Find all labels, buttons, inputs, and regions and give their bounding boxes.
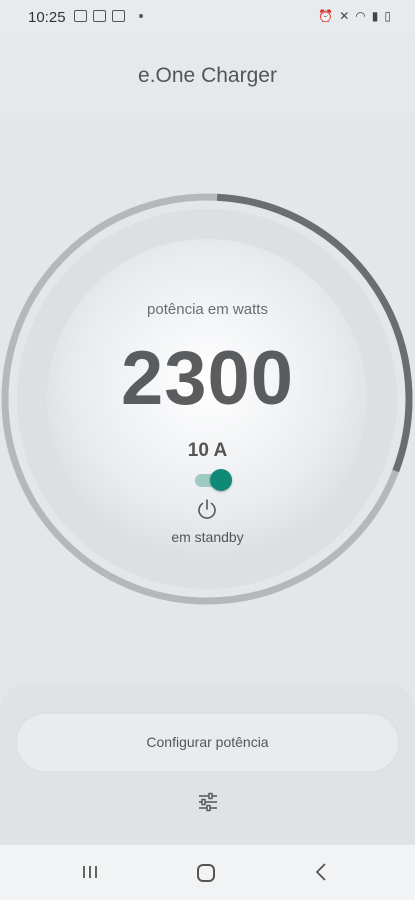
status-bar: 10:25 ⏰ ✕ ◠ ▮ ▯ [0, 0, 415, 34]
power-value: 2300 [120, 336, 295, 421]
battery-icon: ▯ [384, 9, 391, 23]
toggle-thumb [210, 469, 232, 491]
status-right-icons: ⏰ ✕ ◠ ▮ ▯ [318, 9, 391, 23]
status-left-icons [74, 10, 143, 22]
wifi-icon: ◠ [355, 9, 366, 23]
sliders-icon[interactable] [196, 790, 220, 814]
gallery-icon [74, 10, 87, 22]
back-icon[interactable] [314, 862, 328, 882]
charger-status: em standby [171, 529, 244, 545]
alarm-icon: ⏰ [318, 9, 334, 23]
amperage-value: 10 A [187, 440, 228, 461]
status-time: 10:25 [28, 9, 66, 26]
configure-power-button[interactable]: Configurar potência [17, 714, 398, 771]
power-label: potência em watts [147, 301, 268, 318]
youtube-icon [93, 10, 106, 22]
charging-toggle[interactable] [193, 469, 232, 491]
app-title: e.One Charger [138, 64, 277, 87]
checkbox-icon [112, 10, 125, 22]
home-icon[interactable] [197, 864, 215, 882]
mute-icon: ✕ [339, 9, 350, 23]
recent-apps-icon[interactable] [80, 864, 100, 880]
notification-dot-icon [139, 14, 143, 18]
power-icon[interactable] [195, 497, 219, 521]
signal-icon: ▮ [371, 9, 379, 23]
